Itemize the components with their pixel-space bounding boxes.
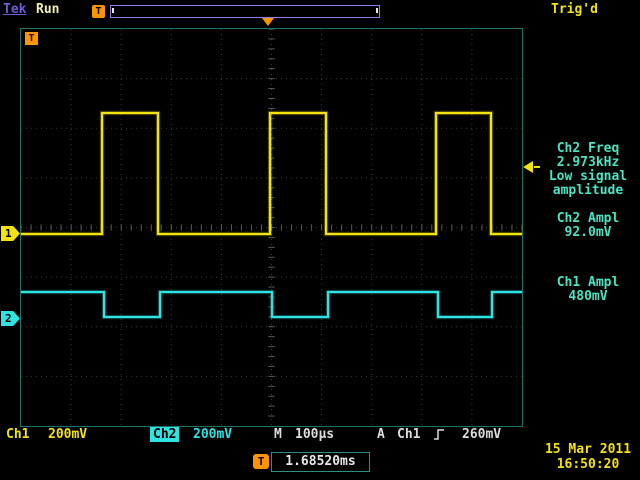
date-display: 15 Mar 2011: [540, 442, 636, 457]
trigger-icon: T: [92, 5, 105, 18]
trigger-mode-label: A: [377, 427, 385, 442]
trigger-time-marker-icon: T: [25, 32, 38, 45]
measurement-note: Low signal: [536, 170, 640, 184]
trigger-position-icon: T: [253, 454, 269, 469]
measurement-value: 92.0mV: [536, 226, 640, 240]
measurement-label: Ch2 Ampl: [536, 212, 640, 226]
ch1-trace-glow: [21, 113, 522, 234]
brand-logo: Tek: [3, 2, 26, 17]
ch2-trace: [21, 292, 522, 317]
ch1-scale-value: 200mV: [48, 427, 87, 442]
ch1-ground-marker: 1: [1, 226, 20, 241]
rising-edge-icon: [433, 429, 445, 440]
graticule: [20, 28, 523, 427]
ch1-scale-label: Ch1: [6, 427, 29, 442]
waveform-display: [21, 29, 522, 426]
measurement-ch2-freq: Ch2 Freq 2.973kHz Low signal amplitude: [536, 142, 640, 198]
oscilloscope-screen: Tek Run T Trig'd T 1 2 Ch2 Freq 2.973kHz…: [0, 0, 640, 480]
timebase-label: M: [274, 427, 282, 442]
trigger-position-marker-icon: [262, 18, 274, 26]
measurement-label: Ch1 Ampl: [536, 276, 640, 290]
measurement-value: 2.973kHz: [536, 156, 640, 170]
measurement-label: Ch2 Freq: [536, 142, 640, 156]
trigger-level-value: 260mV: [462, 427, 501, 442]
ch2-scale-label: Ch2: [150, 427, 179, 442]
measurement-note: amplitude: [536, 184, 640, 198]
record-bar-left-tick: [112, 8, 114, 13]
ch2-ground-marker: 2: [1, 311, 20, 326]
measurement-value: 480mV: [536, 290, 640, 304]
record-position-bar: [110, 5, 380, 18]
trigger-position-readout: 1.68520ms: [271, 452, 370, 472]
trigger-level-arrow-icon: [523, 161, 533, 173]
measurement-ch1-ampl: Ch1 Ampl 480mV: [536, 276, 640, 304]
timebase-value: 100µs: [295, 427, 334, 442]
record-bar-right-tick: [376, 8, 378, 13]
trigger-source: Ch1: [397, 427, 420, 442]
time-display: 16:50:20: [540, 457, 636, 472]
acquisition-status: Run: [36, 2, 59, 17]
ch2-scale-value: 200mV: [193, 427, 232, 442]
trigger-status: Trig'd: [551, 2, 598, 17]
measurement-ch2-ampl: Ch2 Ampl 92.0mV: [536, 212, 640, 240]
